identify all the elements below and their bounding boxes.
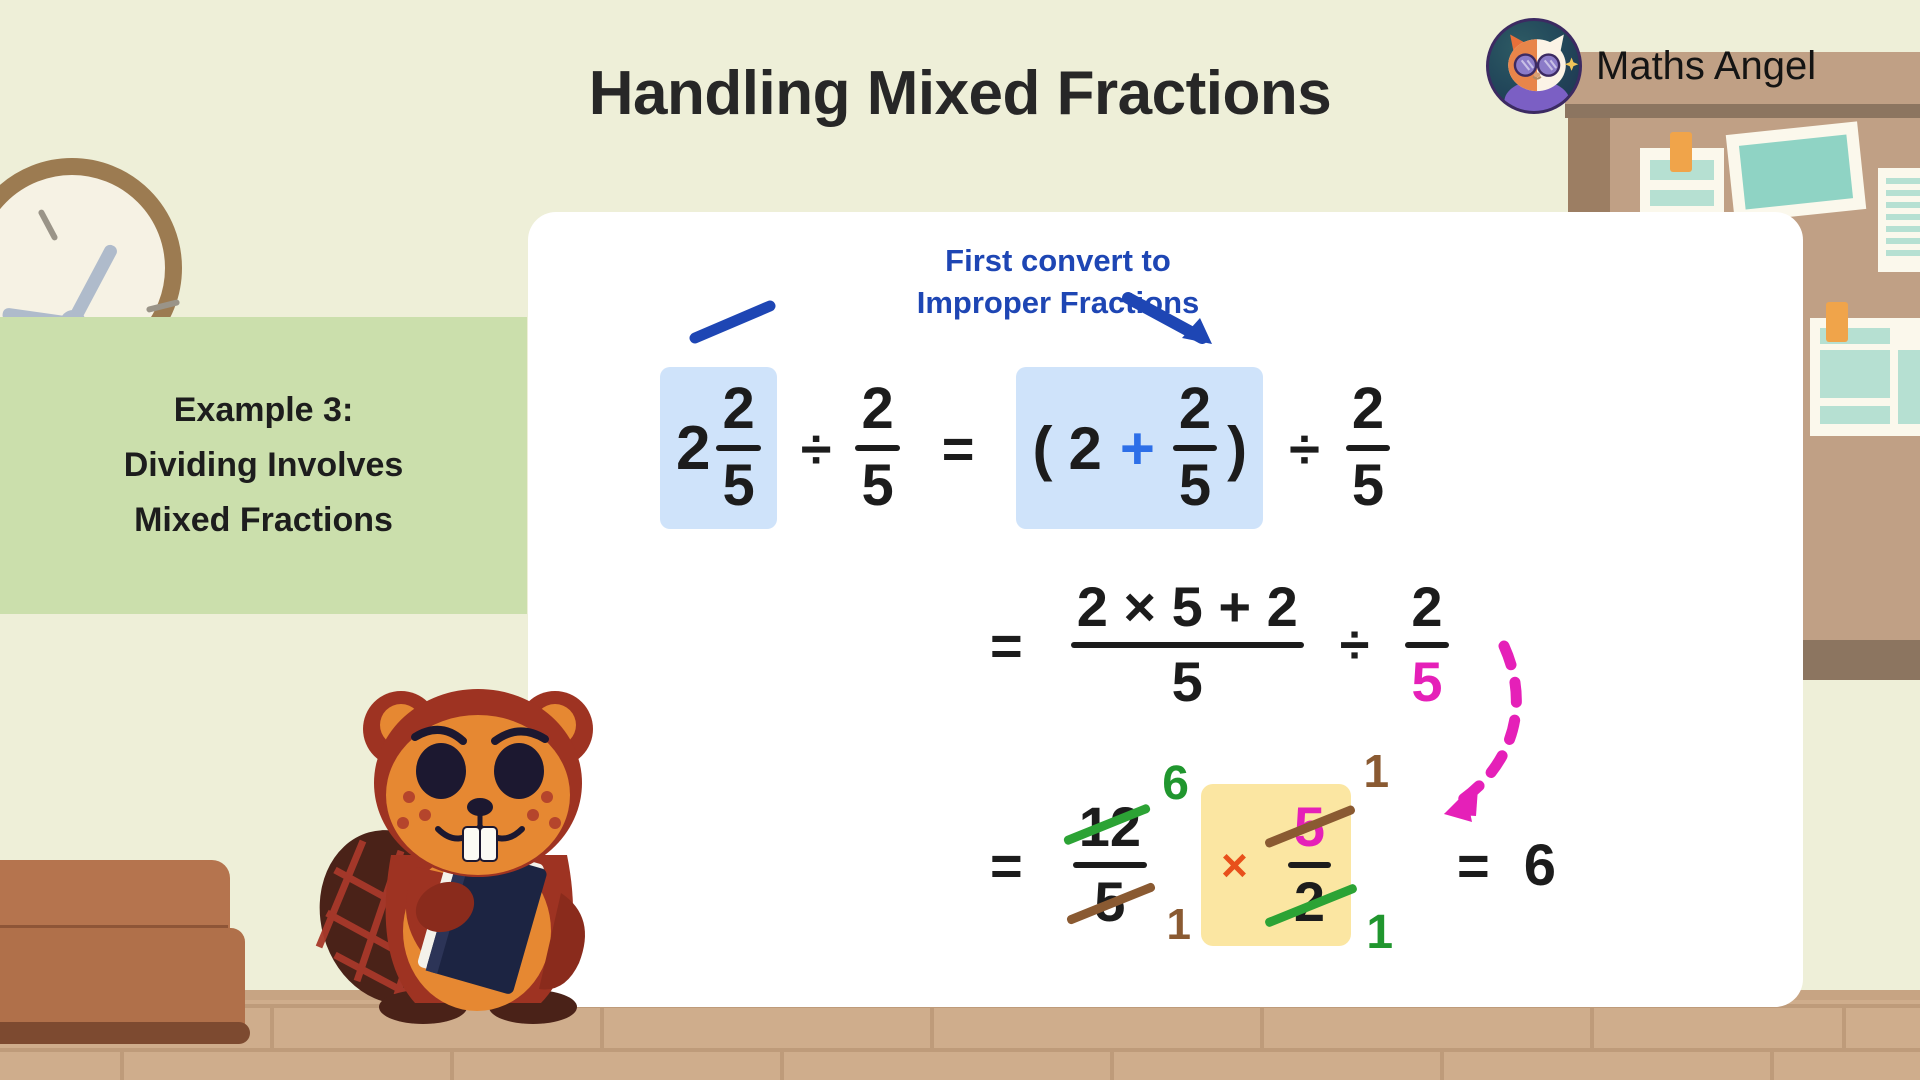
left-num-cancel: 6 (1162, 757, 1189, 811)
equation-row-1: 2 2 5 ÷ 2 5 = ( 2 + 2 5 ) ÷ 2 5 (660, 367, 1391, 529)
plus-operator: + (1119, 414, 1155, 482)
fraction-3: 2 5 (1345, 376, 1391, 518)
equals-sign-1: = (941, 416, 975, 480)
fraction-1-den: 5 (861, 453, 894, 518)
cat-mascot-logo-icon (1486, 18, 1582, 114)
divisor-num: 2 (1411, 575, 1443, 639)
left-den-wrap: 5 (1066, 872, 1157, 932)
mixed-fraction-highlight: 2 2 5 (660, 367, 777, 529)
left-den-cancel: 1 (1166, 899, 1191, 949)
improper-fraction-expanded: 2 × 5 + 2 5 (1070, 575, 1304, 713)
beaver-mascot-icon (305, 655, 625, 1030)
mixed-whole: 2 (676, 413, 711, 483)
fraction-2-num: 2 (1178, 376, 1212, 442)
divide-operator-1: ÷ (800, 416, 832, 480)
equals-sign-3: = (990, 833, 1023, 897)
fraction-3-num: 2 (1351, 376, 1385, 442)
improper-conversion-highlight: ( 2 + 2 5 ) (1016, 367, 1264, 529)
equation-row-3: = 12 5 6 1 × 5 (990, 745, 1556, 959)
hint-line-2: Improper Fractions (916, 284, 1200, 320)
cancelled-fraction-left: 12 5 6 1 (1062, 757, 1191, 949)
slide-canvas: Handling Mixed Fractions Maths Angel Exa… (0, 0, 1920, 1080)
paren-close: ) (1227, 414, 1248, 482)
right-num-wrap: 5 (1263, 797, 1357, 857)
fraction-3-den: 5 (1351, 453, 1385, 518)
equals-sign-2: = (990, 613, 1023, 677)
cancelled-fraction-right: 5 2 1 1 (1263, 745, 1393, 959)
final-result: 6 (1523, 832, 1556, 898)
example-caption-box: Example 3: Dividing Involves Mixed Fract… (0, 317, 527, 614)
left-num-wrap: 12 (1062, 797, 1152, 857)
arrow-down-right-icon (1122, 292, 1212, 344)
diagonal-line-icon (689, 300, 776, 344)
brand-logo-group: Maths Angel (1486, 14, 1906, 118)
mixed-num: 2 (722, 376, 755, 442)
caption-line-2: Dividing Involves (123, 446, 404, 484)
right-den-wrap: 2 (1263, 872, 1358, 932)
divide-operator-3: ÷ (1339, 615, 1370, 675)
brand-name: Maths Angel (1596, 43, 1817, 88)
fraction-2: 2 5 (1172, 376, 1218, 518)
divide-operator-2: ÷ (1289, 416, 1320, 480)
equation-row-2: = 2 × 5 + 2 5 ÷ 2 5 (990, 575, 1449, 713)
expanded-den: 5 (1171, 650, 1203, 713)
fraction-1-num: 2 (861, 376, 894, 442)
caption-line-1: Example 3: (173, 391, 354, 429)
caption-line-3: Mixed Fractions (134, 501, 393, 539)
expanded-num: 2 × 5 + 2 (1076, 575, 1298, 639)
times-operator: × (1221, 839, 1248, 891)
convert-hint: First convert to Improper Fractions (778, 240, 1338, 323)
right-num-cancel: 1 (1363, 745, 1390, 798)
right-den-cancel: 1 (1366, 905, 1394, 959)
fraction-1: 2 5 (855, 376, 900, 518)
paren-open: ( (1032, 414, 1053, 482)
equals-sign-4: = (1457, 833, 1490, 897)
hint-line-1: First convert to (945, 243, 1171, 278)
whole-number-2: 2 (1068, 414, 1102, 482)
reciprocal-highlight: × 5 2 1 1 (1201, 745, 1393, 959)
fraction-2-den: 5 (1178, 453, 1212, 518)
mixed-fraction-part: 2 5 (716, 376, 761, 518)
mixed-den: 5 (722, 453, 755, 518)
